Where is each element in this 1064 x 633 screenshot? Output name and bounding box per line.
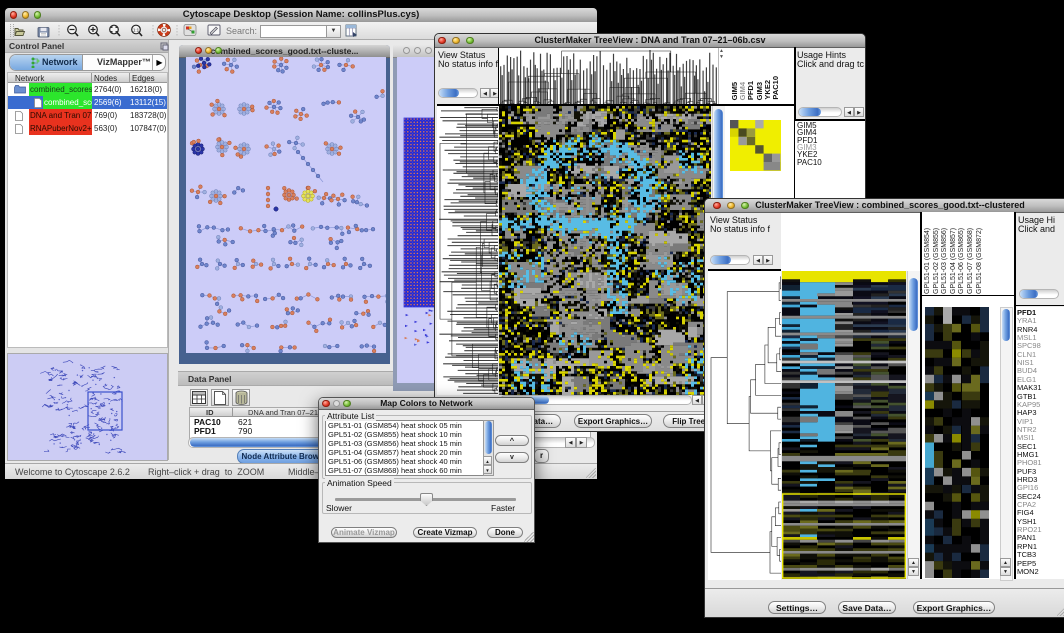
svg-text:1:1: 1:1 <box>133 28 140 33</box>
